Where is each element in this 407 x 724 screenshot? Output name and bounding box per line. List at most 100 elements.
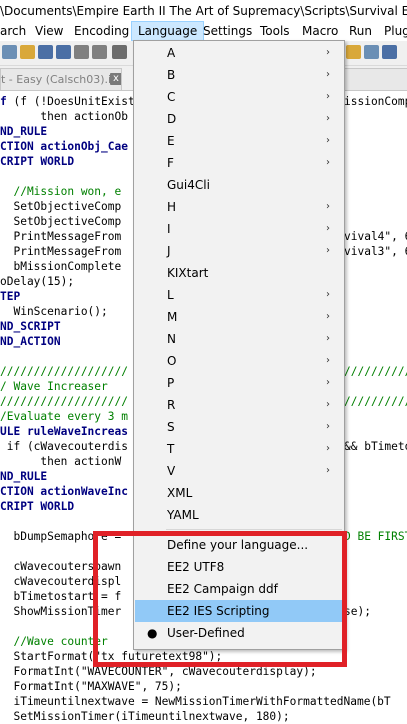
code-line: bMissionComplete — [0, 260, 122, 273]
tab-other[interactable] — [340, 68, 407, 90]
language-menu-item-label: B — [167, 68, 176, 82]
chevron-right-icon: › — [326, 333, 330, 344]
code-fragment: //////////// — [344, 395, 407, 408]
tab-file[interactable]: t - Easy (Calsch03).ies x — [0, 68, 122, 90]
language-menu-item[interactable]: KIXtart — [135, 262, 343, 284]
code-fragment: && bTimeto — [344, 440, 407, 453]
annotation-box — [93, 531, 347, 667]
print-icon[interactable] — [112, 45, 127, 59]
language-menu-item[interactable]: S › — [135, 416, 343, 438]
code-line: /////////////////// — [0, 365, 128, 378]
code-line: iTimeuntilnextwave = NewMissionTimerWith… — [0, 695, 391, 708]
language-menu-item[interactable]: T › — [135, 438, 343, 460]
language-menu-item-label: R — [167, 398, 176, 412]
menu-encoding[interactable]: Encoding — [74, 21, 129, 41]
code-line: ND_RULE — [0, 470, 48, 483]
language-menu-item-label: O — [167, 354, 177, 368]
language-menu-item[interactable]: D › — [135, 108, 343, 130]
menu-view[interactable]: View — [35, 21, 63, 41]
code-line: oDelay(15); — [0, 275, 75, 288]
menu-tools[interactable]: Tools — [260, 21, 290, 41]
language-menu-item-label: S — [167, 420, 175, 434]
language-menu-item-label: YAML — [167, 508, 199, 522]
menu-language[interactable]: Language — [131, 21, 205, 41]
macro-record-icon[interactable] — [346, 45, 361, 59]
chevron-right-icon: › — [326, 377, 330, 388]
language-menu-item[interactable]: N › — [135, 328, 343, 350]
chevron-right-icon: › — [326, 91, 330, 102]
macro-play-icon[interactable] — [364, 45, 379, 59]
language-menu-item[interactable]: F › — [135, 152, 343, 174]
chevron-right-icon: › — [326, 355, 330, 366]
language-menu-item-label: C — [167, 90, 176, 104]
chevron-right-icon: › — [326, 113, 330, 124]
language-menu-item[interactable]: C › — [135, 86, 343, 108]
code-line: ND_RULE — [0, 125, 48, 138]
close-icon[interactable] — [74, 45, 89, 59]
new-file-icon[interactable] — [2, 45, 17, 59]
language-menu-item[interactable]: I › — [135, 218, 343, 240]
language-menu-item[interactable]: XML — [135, 482, 343, 504]
code-line: CTION actionWaveInc — [0, 485, 128, 498]
chevron-right-icon: › — [326, 421, 330, 432]
chevron-right-icon: › — [326, 135, 330, 146]
menu-bar: arch View Encoding Language Settings Too… — [0, 21, 407, 41]
code-line: WinScenario(); — [0, 305, 108, 318]
chevron-right-icon: › — [326, 289, 330, 300]
language-menu-item-label: N — [167, 332, 176, 346]
language-menu-item[interactable]: YAML — [135, 504, 343, 526]
chevron-right-icon: › — [326, 157, 330, 168]
language-menu-item[interactable]: O › — [135, 350, 343, 372]
code-fragment: D BE FIRST — [344, 530, 407, 543]
chevron-right-icon: › — [326, 465, 330, 476]
code-line: /Evaluate every 3 m — [0, 410, 128, 423]
language-menu-item[interactable]: H › — [135, 196, 343, 218]
code-fragment: vival4", 6 — [344, 230, 407, 243]
language-menu-item-label: Gui4Cli — [167, 178, 210, 192]
tab-file-label: t - Easy (Calsch03).ies — [1, 73, 122, 86]
code-line: then actionOb — [0, 110, 128, 123]
code-line: TEP — [0, 290, 21, 303]
language-menu-item-label: E — [167, 134, 175, 148]
chevron-right-icon: › — [326, 47, 330, 58]
menu-settings[interactable]: Settings — [203, 21, 252, 41]
language-menu-item-label: P — [167, 376, 175, 390]
save-icon[interactable] — [38, 45, 53, 59]
language-menu-item-label: XML — [167, 486, 193, 500]
macro-save-icon[interactable] — [382, 45, 397, 59]
language-menu-item-label: T — [167, 442, 175, 456]
language-menu-item[interactable]: P › — [135, 372, 343, 394]
language-menu-item[interactable]: A › — [135, 42, 343, 64]
language-menu-item[interactable]: V › — [135, 460, 343, 482]
menu-search[interactable]: arch — [0, 21, 26, 41]
language-menu-item[interactable]: R › — [135, 394, 343, 416]
code-line: /////////////////// — [0, 395, 128, 408]
language-menu-item[interactable]: Gui4Cli — [135, 174, 343, 196]
open-file-icon[interactable] — [20, 45, 35, 59]
menu-run[interactable]: Run — [349, 21, 372, 41]
save-all-icon[interactable] — [56, 45, 71, 59]
tab-close-icon[interactable]: x — [110, 73, 121, 85]
language-menu-item[interactable]: L › — [135, 284, 343, 306]
language-menu-item[interactable]: E › — [135, 130, 343, 152]
code-line: if (cWavecouterdis — [0, 440, 128, 453]
code-line: FormatInt("MAXWAVE", 75); — [0, 680, 182, 693]
code-line: SetMissionTimer(iTimeuntilnextwave, 180)… — [0, 710, 290, 723]
chevron-right-icon: › — [326, 223, 330, 234]
language-menu-item-label: F — [167, 156, 174, 170]
code-fragment: issionCompl — [344, 95, 407, 108]
language-menu-item-label: A — [167, 46, 176, 60]
close-all-icon[interactable] — [92, 45, 107, 59]
menu-plugins[interactable]: Plugi — [384, 21, 407, 41]
code-line: ND_SCRIPT — [0, 320, 61, 333]
language-menu-item-label: I — [167, 222, 171, 236]
language-menu-item-label: L — [167, 288, 174, 302]
language-menu-item[interactable]: M › — [135, 306, 343, 328]
chevron-right-icon: › — [326, 69, 330, 80]
menu-macro[interactable]: Macro — [302, 21, 338, 41]
language-menu-item-label: V — [167, 464, 176, 478]
language-menu-item[interactable]: B › — [135, 64, 343, 86]
code-line: / Wave Increaser — [0, 380, 108, 393]
chevron-right-icon: › — [326, 399, 330, 410]
language-menu-item[interactable]: J › — [135, 240, 343, 262]
